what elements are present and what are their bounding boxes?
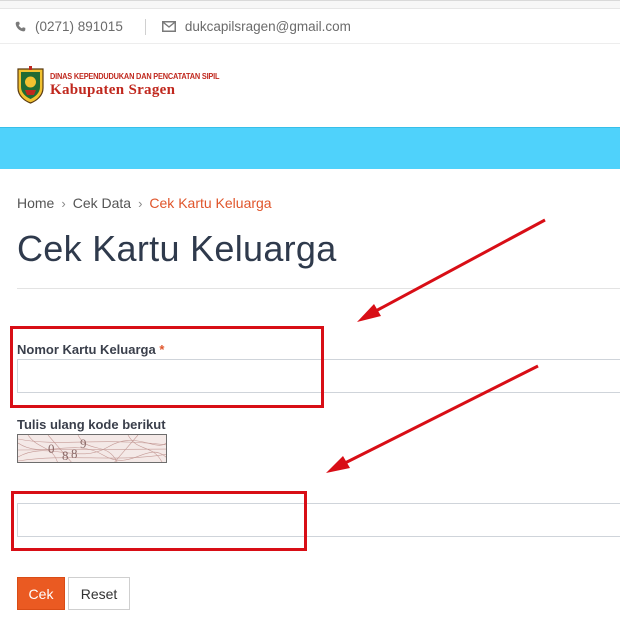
breadcrumb-current: Cek Kartu Keluarga — [149, 195, 272, 211]
captcha-char: 8 — [71, 446, 78, 461]
annotation-box-captcha — [11, 491, 307, 551]
envelope-icon — [161, 21, 176, 32]
reset-button[interactable]: Reset — [68, 577, 130, 610]
phone-number: (0271) 891015 — [35, 19, 123, 34]
email-address: dukcapilsragen@gmail.com — [184, 19, 351, 34]
contact-phone: (0271) 891015 — [15, 19, 123, 34]
browser-edge — [0, 0, 620, 9]
logo-agency-name: DINAS KEPENDUDUKAN DAN PENCATATAN SIPIL — [50, 71, 220, 81]
site-logo[interactable]: DINAS KEPENDUDUKAN DAN PENCATATAN SIPIL … — [16, 66, 234, 104]
cek-button[interactable]: Cek — [17, 577, 65, 610]
captcha-char: 0 — [48, 441, 55, 456]
captcha-label: Tulis ulang kode berikut — [17, 417, 166, 432]
logo-region-name: Kabupaten Sragen — [50, 81, 176, 98]
breadcrumb-home[interactable]: Home — [17, 195, 54, 211]
main-navbar — [0, 127, 620, 169]
annotation-box-kk — [10, 326, 324, 408]
logo-text: DINAS KEPENDUDUKAN DAN PENCATATAN SIPIL … — [50, 72, 234, 99]
coat-of-arms-icon — [17, 66, 44, 104]
page-title: Cek Kartu Keluarga — [17, 228, 337, 269]
captcha-char: 9 — [80, 436, 87, 451]
annotation-arrow-top — [357, 218, 546, 322]
captcha-char: 8 — [62, 448, 69, 463]
breadcrumb-separator: › — [138, 195, 143, 211]
phone-icon — [15, 21, 26, 32]
breadcrumb: Home › Cek Data › Cek Kartu Keluarga — [17, 195, 272, 211]
contact-bar: (0271) 891015 dukcapilsragen@gmail.com — [0, 10, 620, 44]
breadcrumb-separator: › — [61, 195, 66, 211]
contact-email[interactable]: dukcapilsragen@gmail.com — [161, 19, 351, 34]
captcha-image: 0 8 8 9 — [17, 434, 167, 463]
title-divider — [17, 288, 620, 289]
breadcrumb-cek-data[interactable]: Cek Data — [73, 195, 131, 211]
contact-divider — [144, 18, 146, 35]
